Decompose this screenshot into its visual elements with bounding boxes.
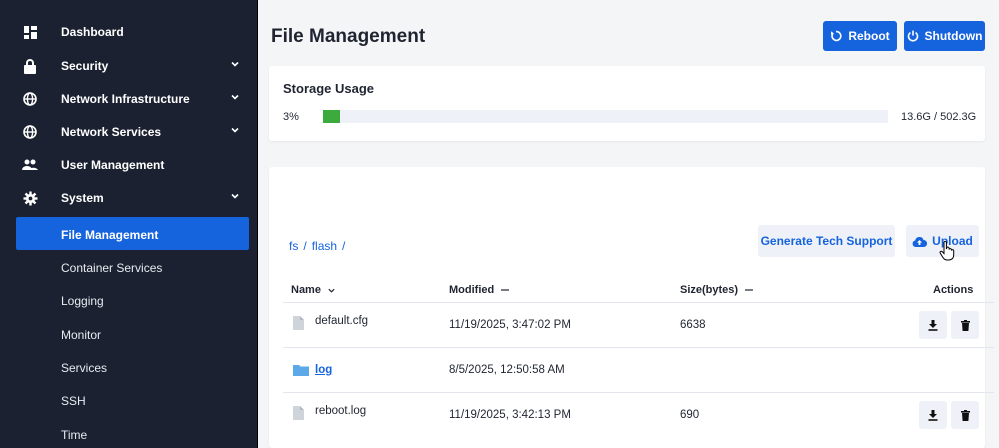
sidebar-item-label: Services (61, 361, 108, 375)
chevron-down-icon (328, 288, 335, 293)
download-button[interactable] (919, 401, 947, 429)
table-row[interactable]: reboot.log 11/19/2025, 3:42:13 PM 690 (283, 392, 994, 437)
main-content: File Management Reboot Shutdown Storage … (259, 0, 999, 448)
column-header-size[interactable]: Size(bytes) (680, 284, 754, 296)
storage-capacity: 13.6G / 502.3G (901, 111, 977, 123)
sidebar-item-label: Logging (61, 294, 104, 308)
storage-title: Storage Usage (283, 81, 375, 96)
sidebar-item-file-management[interactable]: File Management (16, 217, 249, 250)
column-header-label: Size(bytes) (680, 284, 739, 296)
sidebar-item-label: SSH (61, 394, 86, 408)
sidebar-item-label: Time (61, 428, 88, 442)
sidebar-item-system[interactable]: System (0, 181, 258, 214)
sidebar-item-label: System (61, 191, 104, 205)
chevron-down-icon (231, 127, 239, 133)
cloud-upload-icon (912, 236, 928, 247)
sidebar-item-label: File Management (61, 228, 159, 242)
gear-icon (22, 190, 38, 206)
table-row[interactable]: log 8/5/2025, 12:50:58 AM (283, 347, 994, 392)
restart-icon (831, 30, 842, 42)
storage-card: Storage Usage 3% 13.6G / 502.3G (269, 66, 985, 141)
sidebar-item-container-services[interactable]: Container Services (0, 250, 258, 283)
sidebar-item-label: User Management (61, 158, 165, 172)
chevron-down-icon (231, 94, 239, 100)
column-header-actions: Actions (933, 284, 973, 296)
folder-link-log[interactable]: log (315, 364, 332, 376)
file-name[interactable]: default.cfg (315, 315, 368, 327)
power-icon (907, 30, 918, 42)
breadcrumb-separator: / (303, 239, 307, 253)
shutdown-label: Shutdown (924, 29, 983, 43)
sidebar-item-label: Security (61, 59, 109, 73)
storage-progress-fill (323, 110, 340, 123)
sidebar-item-network-infrastructure[interactable]: Network Infrastructure (0, 82, 258, 115)
sidebar-item-label: Monitor (61, 328, 102, 342)
lock-icon (22, 58, 38, 74)
sidebar-item-label: Network Infrastructure (61, 92, 190, 106)
sidebar-item-network-services[interactable]: Network Services (0, 115, 258, 148)
sidebar-item-user-management[interactable]: User Management (0, 148, 258, 181)
download-icon (928, 319, 938, 331)
dashboard-icon (22, 24, 38, 40)
sidebar-item-logging[interactable]: Logging (0, 283, 258, 316)
delete-button[interactable] (951, 401, 979, 429)
storage-percent: 3% (283, 111, 299, 123)
users-icon (22, 157, 38, 173)
column-header-modified[interactable]: Modified (449, 284, 510, 296)
generate-tech-support-button[interactable]: Generate Tech Support (758, 225, 895, 257)
trash-icon (960, 319, 970, 331)
storage-progress-bar (323, 110, 888, 123)
sort-neutral-icon (501, 289, 510, 291)
chevron-down-icon (231, 193, 239, 199)
breadcrumb: fs / flash / (289, 239, 350, 253)
file-icon (293, 316, 304, 330)
hand-pointer-icon (939, 241, 955, 261)
file-name[interactable]: reboot.log (315, 405, 366, 417)
column-header-name[interactable]: Name (291, 284, 336, 296)
file-modified: 11/19/2025, 3:47:02 PM (449, 319, 571, 331)
sidebar-item-label: Dashboard (61, 25, 124, 39)
file-size: 690 (680, 409, 700, 421)
sidebar-item-security[interactable]: Security (0, 49, 258, 82)
chevron-down-icon (231, 61, 239, 67)
sidebar-item-label: Container Services (61, 261, 163, 275)
sidebar-item-ssh[interactable]: SSH (0, 383, 258, 416)
sort-neutral-icon (745, 289, 754, 291)
delete-button[interactable] (951, 311, 979, 339)
sidebar: Dashboard Security Network Infrastructur… (0, 0, 258, 448)
file-modified: 11/19/2025, 3:42:13 PM (449, 409, 571, 421)
page-title: File Management (271, 26, 426, 47)
column-header-label: Modified (449, 284, 495, 296)
sidebar-item-time[interactable]: Time (0, 417, 258, 448)
file-icon (293, 406, 304, 420)
globe-icon (22, 124, 38, 140)
globe-icon (22, 91, 38, 107)
sidebar-item-services[interactable]: Services (0, 350, 258, 383)
trash-icon (960, 409, 970, 421)
breadcrumb-separator: / (342, 239, 346, 253)
folder-icon (293, 365, 309, 376)
generate-tech-support-label: Generate Tech Support (760, 234, 893, 248)
file-browser-card: fs / flash / Generate Tech Support Upload N… (269, 167, 994, 448)
sidebar-item-label: Network Services (61, 125, 162, 139)
breadcrumb-item-fs[interactable]: fs (289, 239, 298, 253)
table-row[interactable]: default.cfg 11/19/2025, 3:47:02 PM 6638 (283, 302, 994, 347)
breadcrumb-item-flash[interactable]: flash (312, 239, 337, 253)
reboot-label: Reboot (848, 29, 890, 43)
sidebar-item-monitor[interactable]: Monitor (0, 317, 258, 350)
column-header-label: Name (291, 284, 321, 296)
download-button[interactable] (919, 311, 947, 339)
shutdown-button[interactable]: Shutdown (904, 21, 985, 51)
column-header-label: Actions (933, 284, 974, 296)
file-modified: 8/5/2025, 12:50:58 AM (449, 364, 565, 376)
download-icon (928, 409, 938, 421)
sidebar-item-dashboard[interactable]: Dashboard (0, 15, 258, 48)
reboot-button[interactable]: Reboot (823, 21, 897, 51)
file-size: 6638 (680, 319, 706, 331)
folder-name: log (315, 364, 332, 376)
